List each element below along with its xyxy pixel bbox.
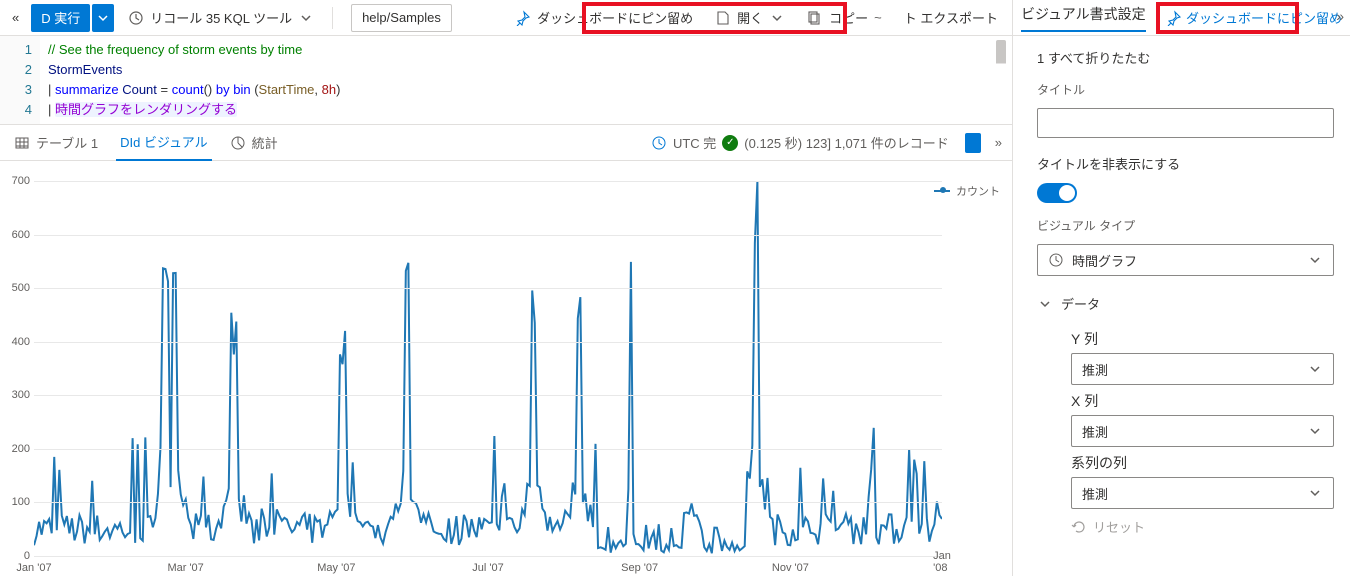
reset-label: リセット xyxy=(1093,517,1145,536)
ycol-label: Y 列 xyxy=(1071,329,1334,349)
chevron-down-icon xyxy=(1037,296,1053,312)
recall-button[interactable]: リコール 35 KQL ツール xyxy=(120,4,322,32)
xcol-value: 推測 xyxy=(1082,422,1108,441)
side-pin-button[interactable]: ダッシュボードにピン留め xyxy=(1166,8,1342,27)
run-button[interactable]: D 実行 xyxy=(31,4,90,32)
data-section-label: データ xyxy=(1061,294,1100,313)
plot-area[interactable]: 0100200300400500600700Jan '07Mar '07May … xyxy=(34,181,942,556)
clipboard-icon[interactable] xyxy=(965,133,981,153)
reset-button[interactable]: リセット xyxy=(1071,517,1334,536)
collapse-left-icon[interactable]: « xyxy=(6,4,25,32)
chevron-down-icon xyxy=(1307,485,1323,501)
title-field-label: タイトル xyxy=(1037,81,1334,98)
ycol-dropdown[interactable]: 推測 xyxy=(1071,353,1334,385)
ycol-value: 推測 xyxy=(1082,360,1108,379)
side-title[interactable]: ビジュアル書式設定 xyxy=(1021,4,1146,32)
legend: カウント xyxy=(934,183,1000,199)
series-value: 推測 xyxy=(1082,484,1108,503)
chevron-down-icon xyxy=(1307,252,1323,268)
format-panel: ビジュアル書式設定 ダッシュボードにピン留め » 1 すべて折りたたむ タイトル… xyxy=(1013,0,1350,576)
tab-table[interactable]: テーブル 1 xyxy=(10,125,102,161)
hide-title-toggle[interactable] xyxy=(1037,183,1077,203)
stats-icon xyxy=(230,135,246,151)
xcol-dropdown[interactable]: 推測 xyxy=(1071,415,1334,447)
pin-icon xyxy=(1166,10,1182,26)
tab-stats[interactable]: 統計 xyxy=(226,125,282,161)
pin-label: ダッシュボードにピン留め xyxy=(537,8,693,27)
visual-type-value: 時間グラフ xyxy=(1072,251,1137,270)
collapse-panel-icon[interactable]: » xyxy=(1336,8,1344,24)
copy-label: コピー xyxy=(829,8,868,27)
line-gutter: 1 2 3 4 xyxy=(0,36,40,124)
tab-table-label: テーブル 1 xyxy=(36,133,98,152)
tab-visual[interactable]: DId ビジュアル xyxy=(116,125,212,161)
recall-label: リコール 35 KQL ツール xyxy=(150,8,292,27)
expand-icon[interactable]: » xyxy=(995,135,1002,150)
minimap[interactable] xyxy=(996,40,1006,118)
run-dropdown[interactable] xyxy=(92,4,114,32)
status-bar: UTC 完 ✓ (0.125 秒) 123] 1,071 件のレコード » xyxy=(651,133,1002,153)
chevron-down-icon xyxy=(298,10,314,26)
render-operator: 時間グラフをレンダリングする xyxy=(55,102,237,117)
open-label: 開く xyxy=(737,8,763,27)
title-input[interactable] xyxy=(1037,108,1334,138)
legend-label: カウント xyxy=(956,183,1000,199)
pin-icon xyxy=(515,10,531,26)
copy-icon xyxy=(807,10,823,26)
file-open-icon xyxy=(715,10,731,26)
results-tabs: テーブル 1 DId ビジュアル 統計 UTC 完 ✓ (0.125 秒) 12… xyxy=(0,125,1012,161)
visual-type-label: ビジュアル タイプ xyxy=(1037,217,1334,234)
copy-button[interactable]: コピー ~ xyxy=(799,4,890,32)
chevron-down-icon xyxy=(1307,423,1323,439)
tab-stats-label: 統計 xyxy=(252,133,278,152)
reset-icon xyxy=(1071,519,1087,535)
main-pane: « D 実行 リコール 35 KQL ツール help/Samples ダッシュ… xyxy=(0,0,1013,576)
visual-type-dropdown[interactable]: 時間グラフ xyxy=(1037,244,1334,276)
success-icon: ✓ xyxy=(722,135,738,151)
series-dropdown[interactable]: 推測 xyxy=(1071,477,1334,509)
side-pin-label: ダッシュボードにピン留め xyxy=(1186,8,1342,27)
export-button[interactable]: ト エクスポート xyxy=(896,4,1006,32)
table-icon xyxy=(14,135,30,151)
data-section-header[interactable]: データ xyxy=(1037,294,1334,313)
history-icon xyxy=(128,10,144,26)
clock-icon xyxy=(1048,252,1064,268)
chart: カウント 0100200300400500600700Jan '07Mar '0… xyxy=(0,161,1012,576)
pin-dashboard-button[interactable]: ダッシュボードにピン留め xyxy=(507,4,701,32)
clock-icon xyxy=(651,135,667,151)
line-series xyxy=(34,181,942,556)
open-button[interactable]: 開く xyxy=(707,4,793,32)
series-label: 系列の列 xyxy=(1071,453,1334,473)
status-text: (0.125 秒) 123] 1,071 件のレコード xyxy=(744,133,948,152)
utc-label: UTC 完 xyxy=(673,133,716,152)
side-header: ビジュアル書式設定 ダッシュボードにピン留め xyxy=(1013,0,1350,36)
scope-picker[interactable]: help/Samples xyxy=(351,4,452,32)
code-area[interactable]: // See the frequency of storm events by … xyxy=(40,36,1012,124)
export-label: ト エクスポート xyxy=(904,8,998,27)
hide-title-label: タイトルを非表示にする xyxy=(1037,154,1334,173)
toolbar: « D 実行 リコール 35 KQL ツール help/Samples ダッシュ… xyxy=(0,0,1012,36)
chevron-down-icon xyxy=(769,10,785,26)
query-editor[interactable]: 1 2 3 4 // See the frequency of storm ev… xyxy=(0,36,1012,125)
xcol-label: X 列 xyxy=(1071,391,1334,411)
collapse-all[interactable]: 1 すべて折りたたむ xyxy=(1037,48,1334,67)
chevron-down-icon xyxy=(1307,361,1323,377)
